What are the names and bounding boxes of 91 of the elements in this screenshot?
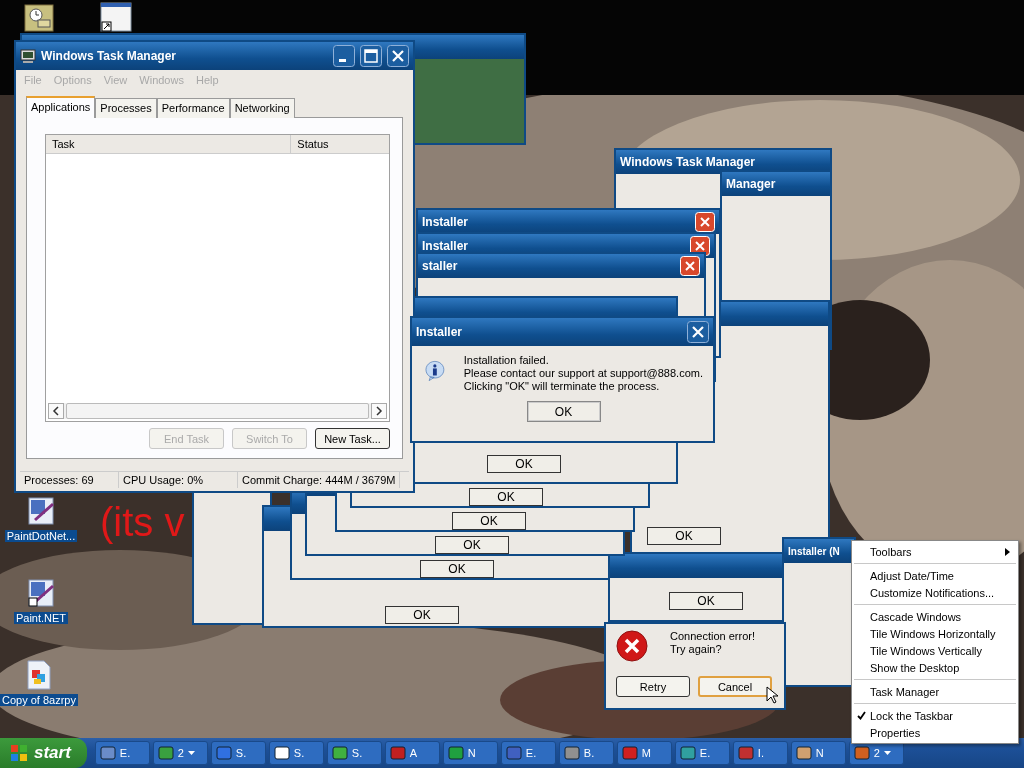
app-icon <box>795 745 812 761</box>
taskbar-button[interactable]: M <box>616 741 672 765</box>
action-button[interactable]: New Task... <box>315 428 390 449</box>
app-icon <box>389 745 406 761</box>
ok-button[interactable]: OK <box>669 592 743 610</box>
maximize-icon[interactable] <box>360 45 382 67</box>
window-title: Installer (N <box>788 545 840 557</box>
paint-program-icon[interactable] <box>27 496 55 526</box>
tab[interactable]: Processes <box>95 98 157 118</box>
taskbar-button[interactable]: N <box>442 741 498 765</box>
close-icon[interactable] <box>687 321 709 343</box>
window-title: Windows Task Manager <box>620 155 756 169</box>
minimize-icon[interactable] <box>333 45 355 67</box>
ok-button[interactable]: OK <box>385 606 459 624</box>
column-header[interactable]: Task <box>46 135 292 153</box>
status-text: Processes: 69 <box>20 472 119 488</box>
taskbar-button[interactable]: A <box>384 741 440 765</box>
paint-program-icon[interactable] <box>27 578 55 608</box>
tab[interactable]: Networking <box>229 98 295 118</box>
taskbar-button[interactable]: E. <box>674 741 730 765</box>
scroll-right-icon[interactable] <box>371 403 387 419</box>
window-title: Windows Task Manager <box>41 49 177 63</box>
taskbar-button[interactable]: S. <box>268 741 324 765</box>
ok-button[interactable]: OK <box>526 401 601 422</box>
overlay-caption: (its v <box>100 502 185 542</box>
message-text: Connection error! <box>670 630 755 643</box>
flag-icon <box>10 744 28 762</box>
window-title: Manager <box>726 177 776 191</box>
ok-button[interactable]: OK <box>435 536 509 554</box>
app-icon <box>737 745 754 761</box>
window-title: Installer <box>416 325 463 339</box>
tab[interactable]: Applications <box>26 96 96 118</box>
window-title: staller <box>422 259 458 273</box>
menu-item[interactable]: Customize Notifications... <box>852 584 1018 601</box>
tab[interactable]: Performance <box>156 98 230 118</box>
window-title: Installer <box>422 215 469 229</box>
message-text: Please contact our support at support@888.com. <box>463 367 703 380</box>
menu-item[interactable]: Properties <box>852 724 1018 741</box>
taskbar-button[interactable]: N <box>790 741 846 765</box>
taskbar-button[interactable]: B. <box>558 741 614 765</box>
menu-item[interactable]: Tile Windows Horizontally <box>852 625 1018 642</box>
start-button[interactable]: start <box>0 738 87 768</box>
monitor-icon <box>20 48 36 64</box>
app-icon <box>331 745 348 761</box>
ok-button[interactable]: OK <box>452 512 526 530</box>
error-icon <box>616 630 648 662</box>
app-icon <box>215 745 232 761</box>
message-text: Try again? <box>670 643 723 656</box>
ok-button[interactable]: OK <box>487 455 561 473</box>
dialog-button[interactable]: Retry <box>616 676 690 697</box>
menu-item[interactable]: Tile Windows Vertically <box>852 642 1018 659</box>
app-icon <box>447 745 464 761</box>
window-shortcut-icon[interactable] <box>100 2 132 32</box>
app-icon <box>157 745 174 761</box>
icon-label[interactable]: PaintDotNet... <box>4 530 78 542</box>
menu-item[interactable]: Task Manager <box>852 683 1018 700</box>
image-file-icon[interactable] <box>25 660 53 690</box>
app-icon <box>679 745 696 761</box>
menu-item[interactable]: Lock the Taskbar <box>852 707 1018 724</box>
scroll-left-icon[interactable] <box>48 403 64 419</box>
taskbar-button[interactable]: 2 <box>152 741 208 765</box>
app-icon <box>853 745 870 761</box>
mouse-pointer-icon <box>766 686 778 704</box>
menu-item[interactable]: Cascade Windows <box>852 608 1018 625</box>
app-icon <box>505 745 522 761</box>
column-header[interactable]: Status <box>291 135 389 153</box>
app-icon <box>563 745 580 761</box>
status-text: Commit Charge: 444M / 3679M <box>238 472 401 488</box>
message-text: Installation failed. <box>463 354 550 367</box>
ok-button[interactable]: OK <box>420 560 494 578</box>
icon-label[interactable]: Copy of 8azrpy <box>0 694 78 706</box>
menu-item[interactable]: Show the Desktop <box>852 659 1018 676</box>
window-title: Installer <box>422 239 469 253</box>
taskbar-button[interactable]: E. <box>500 741 556 765</box>
dialog-button[interactable]: Cancel <box>698 676 772 697</box>
close-icon[interactable] <box>387 45 409 67</box>
taskbar-button[interactable]: E. <box>94 741 150 765</box>
app-icon <box>99 745 116 761</box>
menu-item[interactable]: Adjust Date/Time <box>852 567 1018 584</box>
message-text: Clicking "OK" will terminate the process. <box>463 380 661 393</box>
taskbar-button[interactable]: S. <box>210 741 266 765</box>
menu-item[interactable]: Toolbars <box>852 543 1018 560</box>
ok-button[interactable]: OK <box>469 488 543 506</box>
status-text: CPU Usage: 0% <box>119 472 238 488</box>
app-icon <box>621 745 638 761</box>
app-icon <box>273 745 290 761</box>
ok-button[interactable]: OK <box>647 527 721 545</box>
clock-icon[interactable] <box>24 4 54 32</box>
taskbar-button[interactable]: I. <box>732 741 788 765</box>
icon-label[interactable]: Paint.NET <box>13 612 69 624</box>
taskbar-button[interactable]: S. <box>326 741 382 765</box>
